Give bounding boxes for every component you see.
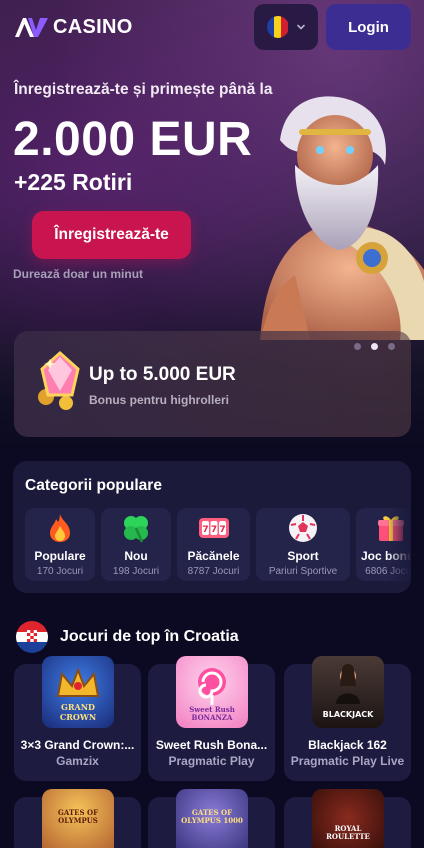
game-name: 3×3 Grand Crown:... <box>20 738 135 752</box>
game-card[interactable]: GATES OF OLYMPUS 1000 <box>148 789 275 848</box>
soccer-ball-icon <box>289 514 317 542</box>
bonus-amount: 2.000 EUR <box>13 113 253 166</box>
svg-text:7: 7 <box>202 525 208 535</box>
category-label: Sport <box>287 549 319 563</box>
game-provider: Gamzix <box>56 754 99 768</box>
category-popular[interactable]: Populare 170 Jocuri <box>25 508 95 581</box>
category-label: Păcănele <box>187 549 240 563</box>
game-card[interactable]: BLACKJACK Blackjack 162 Pragmatic Play L… <box>284 656 411 781</box>
thumb-text: BLACKJACK <box>322 710 374 719</box>
croatia-flag-icon <box>16 621 48 653</box>
game-thumbnail[interactable]: ROYAL ROULETTE <box>312 789 384 848</box>
logo-mark-icon <box>15 18 48 37</box>
category-count: Pariuri Sportive <box>268 566 338 577</box>
language-selector[interactable] <box>254 4 318 50</box>
game-thumbnail[interactable]: GATES OF OLYMPUS <box>42 789 114 848</box>
carousel-dot[interactable] <box>388 343 395 350</box>
game-card[interactable]: GATES OF OLYMPUS <box>14 789 141 848</box>
thumb-text: Sweet Rush BONANZA <box>189 705 235 722</box>
game-name: Sweet Rush Bona... <box>155 738 268 752</box>
zeus-illustration <box>260 96 424 340</box>
category-sport[interactable]: Sport Pariuri Sportive <box>256 508 350 581</box>
category-count: 198 Jocuri <box>112 566 160 577</box>
romania-flag-icon <box>266 16 289 38</box>
game-name: Blackjack 162 <box>308 738 387 752</box>
highroller-promo-card[interactable]: Up to 5.000 EUR Bonus pentru highrolleri <box>14 331 411 437</box>
game-card[interactable]: GRAND CROWN 3×3 Grand Crown:... Gamzix <box>14 656 141 781</box>
slot-reels-icon: 7 7 7 <box>198 518 229 538</box>
highroller-subtitle: Bonus pentru highrolleri <box>89 393 229 407</box>
promo-line: Înregistrează-te și primește până la <box>14 81 273 98</box>
login-button[interactable]: Login <box>326 4 411 50</box>
category-slots[interactable]: 7 7 7 Păcănele 8787 Jocuri <box>177 508 250 581</box>
game-thumbnail[interactable]: GATES OF OLYMPUS 1000 <box>176 789 248 848</box>
category-new[interactable]: Nou 198 Jocuri <box>101 508 171 581</box>
category-label: Nou <box>124 549 148 563</box>
game-provider: Pragmatic Play Live <box>290 754 405 768</box>
scroll-fade <box>387 461 411 593</box>
categories-panel: Categorii populare Populare 170 Jocuri N… <box>13 461 411 593</box>
svg-text:7: 7 <box>219 525 225 535</box>
category-count: 170 Jocuri <box>36 566 84 577</box>
game-thumbnail[interactable]: Sweet Rush BONANZA <box>176 656 248 728</box>
thumb-text: GATES OF OLYMPUS <box>57 808 99 825</box>
carousel-dot-active[interactable] <box>371 343 378 350</box>
chevron-down-icon <box>296 24 305 30</box>
register-button[interactable]: Înregistrează-te <box>32 211 191 259</box>
category-label: Populare <box>34 549 86 563</box>
game-thumbnail[interactable]: GRAND CROWN <box>42 656 114 728</box>
register-note: Durează doar un minut <box>13 267 144 281</box>
thumb-text: GRAND CROWN <box>59 702 97 722</box>
flame-icon <box>50 514 70 542</box>
game-card[interactable]: ROYAL ROULETTE <box>284 789 411 848</box>
game-card[interactable]: Sweet Rush BONANZA Sweet Rush Bona... Pr… <box>148 656 275 781</box>
casino-logo[interactable]: CASINO <box>14 14 133 40</box>
top-bar: CASINO Login <box>0 0 424 54</box>
gem-coins-icon <box>38 350 80 410</box>
game-thumbnail[interactable]: BLACKJACK <box>312 656 384 728</box>
carousel-dot[interactable] <box>354 343 361 350</box>
category-count: 8787 Jocuri <box>187 566 240 577</box>
categories-title: Categorii populare <box>25 477 162 494</box>
svg-text:7: 7 <box>210 525 216 535</box>
top-games-header: Jocuri de top în Croatia <box>16 620 239 654</box>
categories-row[interactable]: Populare 170 Jocuri Nou 198 Jocuri 7 7 7 <box>25 508 411 581</box>
logo-text: CASINO <box>53 15 133 38</box>
game-provider: Pragmatic Play <box>168 754 255 768</box>
bonus-spins: +225 Rotiri <box>14 169 133 195</box>
clover-icon <box>124 516 148 543</box>
thumb-text: GATES OF OLYMPUS 1000 <box>181 808 243 825</box>
carousel-dots <box>354 343 395 350</box>
highroller-title: Up to 5.000 EUR <box>89 364 236 385</box>
top-games-title: Jocuri de top în Croatia <box>60 628 239 645</box>
thumb-text: ROYAL ROULETTE <box>326 824 370 841</box>
